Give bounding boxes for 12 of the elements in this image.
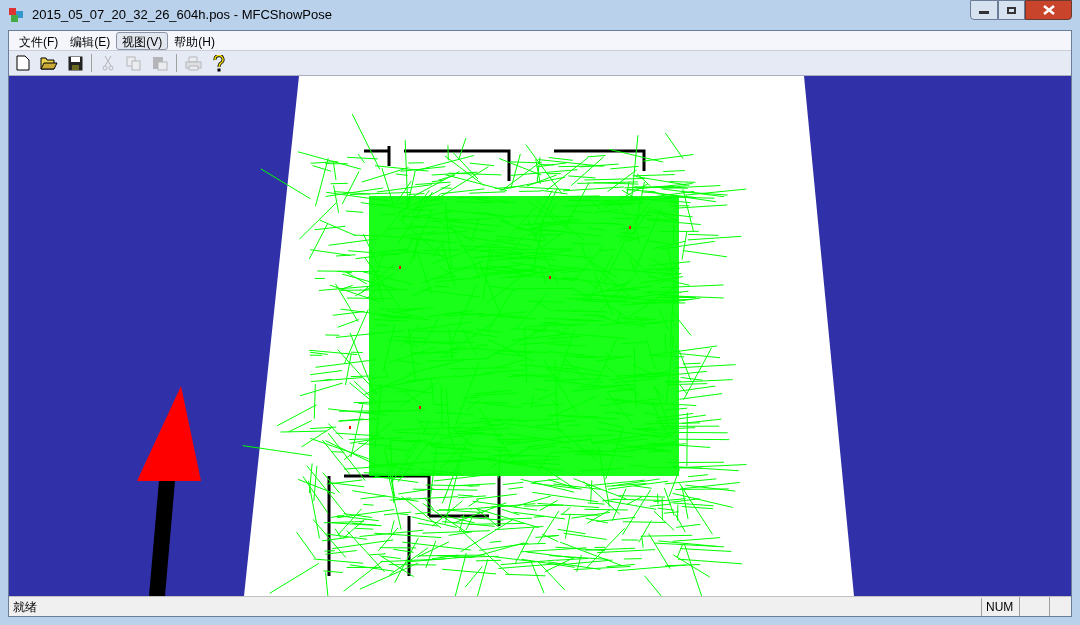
close-button[interactable] — [1025, 0, 1072, 20]
window-title: 2015_05_07_20_32_26_604h.pos - MFCShowPose — [32, 6, 333, 25]
status-message: 就绪 — [12, 598, 38, 616]
menu-item[interactable]: 文件(F) — [13, 31, 65, 50]
menu-item[interactable]: 帮助(H) — [168, 31, 221, 50]
minimize-button[interactable] — [970, 0, 998, 20]
app-icon — [8, 7, 24, 23]
status-indicator: NUM — [981, 597, 1019, 616]
menu-item[interactable]: 视图(V) — [116, 31, 169, 50]
close-icon — [1042, 5, 1055, 15]
maximize-button[interactable] — [998, 0, 1025, 20]
menu-item[interactable]: 编辑(E) — [64, 31, 117, 50]
